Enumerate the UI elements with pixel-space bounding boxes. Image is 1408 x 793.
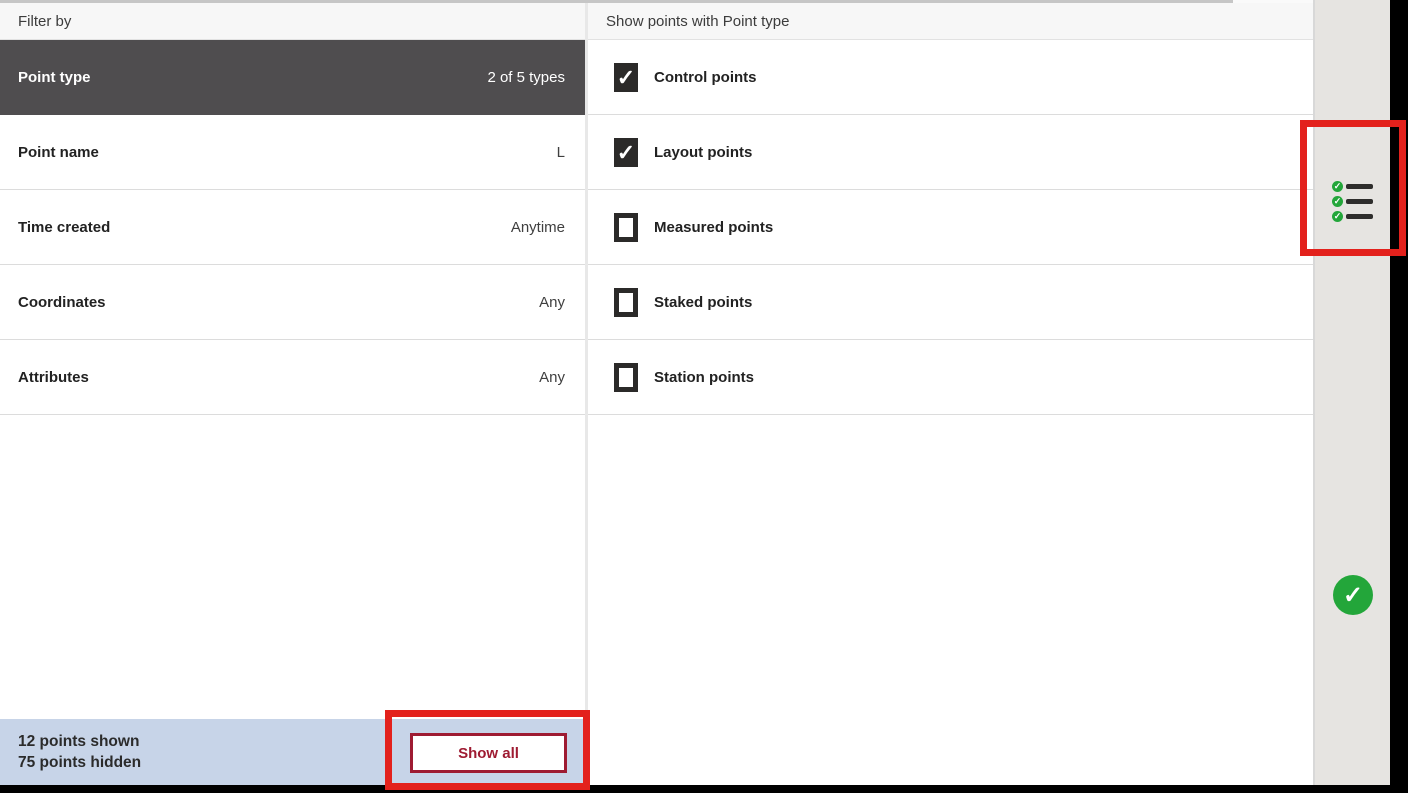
filter-row-attributes[interactable]: Attributes Any bbox=[0, 340, 585, 415]
filter-row-label: Coordinates bbox=[18, 294, 106, 311]
right-toolbar bbox=[1313, 0, 1390, 785]
filter-row-value: 2 of 5 types bbox=[487, 69, 565, 86]
screen-edge-right bbox=[1390, 0, 1408, 793]
mini-green-check-icon bbox=[1332, 196, 1343, 207]
filter-row-label: Point name bbox=[18, 144, 99, 161]
checked-list-icon-row bbox=[1332, 196, 1373, 207]
option-label: Staked points bbox=[654, 294, 752, 311]
option-label: Control points bbox=[654, 69, 756, 86]
green-check-icon[interactable] bbox=[1333, 575, 1373, 615]
checked-list-icon-row bbox=[1332, 211, 1373, 222]
checked-list-icon-row bbox=[1332, 181, 1373, 192]
list-line-icon bbox=[1346, 184, 1373, 189]
list-line-icon bbox=[1346, 214, 1373, 219]
option-label: Layout points bbox=[654, 144, 752, 161]
filter-row-label: Attributes bbox=[18, 369, 89, 386]
filter-row-time-created[interactable]: Time created Anytime bbox=[0, 190, 585, 265]
filter-row-point-name[interactable]: Point name L bbox=[0, 115, 585, 190]
option-row-station-points[interactable]: Station points bbox=[588, 340, 1313, 415]
option-row-measured-points[interactable]: Measured points bbox=[588, 190, 1313, 265]
checkbox-measured-points[interactable] bbox=[614, 213, 638, 242]
point-type-panel-header: Show points with Point type bbox=[588, 3, 1313, 40]
filter-row-value: Anytime bbox=[511, 219, 565, 236]
filter-row-label: Time created bbox=[18, 219, 110, 236]
filter-panel-header: Filter by bbox=[0, 3, 585, 40]
filter-row-value: L bbox=[557, 144, 565, 161]
mini-green-check-icon bbox=[1332, 181, 1343, 192]
filter-row-point-type[interactable]: Point type 2 of 5 types bbox=[0, 40, 585, 115]
checkbox-layout-points[interactable] bbox=[614, 138, 638, 167]
option-row-layout-points[interactable]: Layout points bbox=[588, 115, 1313, 190]
filter-row-label: Point type bbox=[18, 69, 91, 86]
point-type-panel: Show points with Point type Control poin… bbox=[588, 3, 1313, 785]
mini-green-check-icon bbox=[1332, 211, 1343, 222]
checkbox-station-points[interactable] bbox=[614, 363, 638, 392]
checkbox-control-points[interactable] bbox=[614, 63, 638, 92]
checked-list-icon[interactable] bbox=[1332, 181, 1373, 226]
checkbox-staked-points[interactable] bbox=[614, 288, 638, 317]
option-label: Measured points bbox=[654, 219, 773, 236]
screen-edge-bottom bbox=[0, 785, 1408, 793]
filter-row-value: Any bbox=[539, 369, 565, 386]
show-all-button[interactable]: Show all bbox=[410, 733, 567, 773]
list-line-icon bbox=[1346, 199, 1373, 204]
filter-panel: Filter by Point type 2 of 5 types Point … bbox=[0, 3, 585, 719]
filter-row-coordinates[interactable]: Coordinates Any bbox=[0, 265, 585, 340]
option-row-staked-points[interactable]: Staked points bbox=[588, 265, 1313, 340]
option-row-control-points[interactable]: Control points bbox=[588, 40, 1313, 115]
option-label: Station points bbox=[654, 369, 754, 386]
filter-row-value: Any bbox=[539, 294, 565, 311]
point-type-panel-title: Show points with Point type bbox=[606, 13, 789, 30]
filter-panel-title: Filter by bbox=[18, 13, 71, 30]
